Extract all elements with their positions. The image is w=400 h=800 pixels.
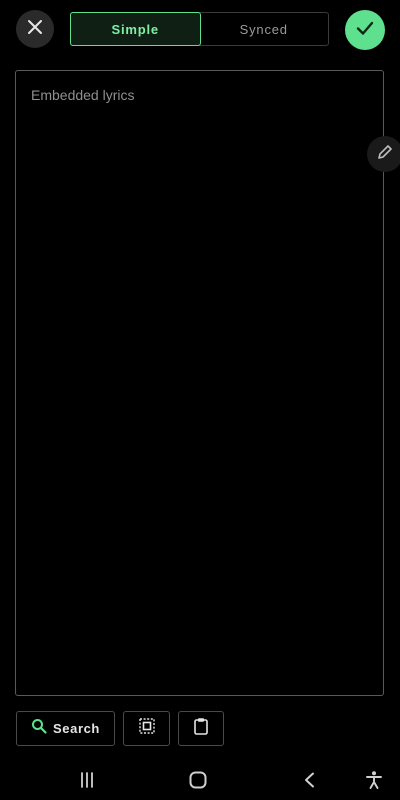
system-nav-bar [0, 760, 400, 800]
nav-back-button[interactable] [298, 770, 322, 794]
select-all-button[interactable] [123, 711, 170, 746]
nav-home-button[interactable] [186, 770, 210, 794]
nav-recents-button[interactable] [75, 770, 99, 794]
back-icon [301, 771, 319, 794]
pencil-icon [376, 143, 394, 166]
confirm-button[interactable] [345, 10, 385, 50]
search-button-label: Search [53, 721, 100, 736]
search-button[interactable]: Search [16, 711, 115, 746]
home-icon [188, 770, 208, 795]
lyrics-mode-toggle: Simple Synced [70, 12, 329, 46]
accessibility-button[interactable] [362, 770, 386, 794]
edit-button[interactable] [367, 136, 400, 172]
lyrics-text-area[interactable]: Embedded lyrics [15, 70, 384, 696]
clipboard-icon [192, 717, 210, 740]
mode-simple-tab[interactable]: Simple [70, 12, 201, 46]
check-icon [355, 18, 375, 43]
recents-icon [78, 771, 96, 794]
accessibility-icon [364, 770, 384, 795]
search-icon [31, 718, 47, 739]
close-icon [27, 19, 43, 40]
select-all-icon [138, 717, 156, 740]
lyrics-editor-screen: Simple Synced Embedded lyrics Search [0, 0, 400, 800]
close-button[interactable] [16, 10, 54, 48]
lyrics-placeholder: Embedded lyrics [31, 87, 135, 103]
mode-synced-tab[interactable]: Synced [200, 13, 329, 45]
paste-button[interactable] [178, 711, 224, 746]
